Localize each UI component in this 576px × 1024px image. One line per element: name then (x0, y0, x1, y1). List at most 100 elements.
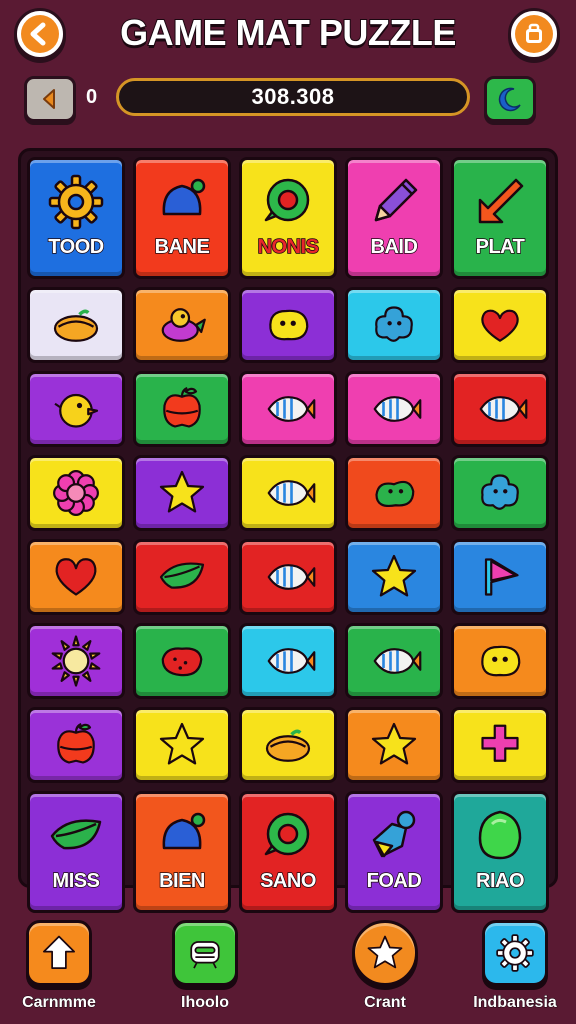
score-display: 308.308 (116, 78, 470, 116)
arrow-left-icon (21, 15, 59, 53)
gear-icon (496, 934, 534, 972)
gear-icon (48, 174, 104, 229)
board-tile[interactable]: BIEN (133, 791, 231, 913)
prev-button[interactable] (24, 76, 76, 122)
tile-label: PLAT (475, 235, 526, 259)
board-tile[interactable]: TOOD (27, 157, 125, 279)
fish-icon (479, 396, 528, 422)
nav-item-3[interactable]: Indbanesia (460, 920, 570, 1012)
star-icon (159, 722, 205, 765)
bird-icon (161, 308, 206, 342)
board-tile[interactable] (345, 623, 443, 699)
board-tile[interactable] (27, 287, 125, 363)
nav-label: Carnmme (22, 994, 97, 1012)
apple-icon (57, 722, 95, 764)
tile-label: SANO (259, 869, 317, 893)
leaf-icon (50, 818, 102, 849)
egg-icon (478, 810, 522, 859)
pencil-icon (374, 178, 418, 221)
board-tile[interactable] (345, 371, 443, 447)
board-tile[interactable]: FOAD (345, 791, 443, 913)
board-tile[interactable] (133, 623, 231, 699)
board-tile[interactable] (27, 623, 125, 699)
board-tile[interactable] (27, 455, 125, 531)
bread-icon (53, 309, 99, 342)
bottom-nav: Carnmme Ihoolo Crant Indbanesia (0, 910, 576, 1024)
board-tile[interactable]: RIAO (451, 791, 549, 913)
cap-icon (162, 178, 206, 215)
board-tile[interactable] (345, 287, 443, 363)
moon-icon (498, 87, 521, 112)
board-tile[interactable] (451, 371, 549, 447)
fish-icon (373, 396, 422, 422)
nav-button[interactable] (172, 920, 238, 986)
star-icon (371, 722, 417, 765)
arrow-down-left-icon (478, 178, 524, 223)
board-tile[interactable] (451, 707, 549, 783)
board-tile[interactable] (133, 371, 231, 447)
tile-label: RIAO (475, 869, 525, 893)
back-button[interactable] (14, 8, 66, 60)
shop-button[interactable] (508, 8, 560, 60)
flower-blob-icon (481, 474, 519, 510)
board-tile[interactable]: PLAT (451, 157, 549, 279)
heart-icon (55, 558, 97, 596)
board-tile[interactable] (451, 455, 549, 531)
star-icon (159, 470, 205, 513)
nav-button[interactable] (26, 920, 92, 986)
board-tile[interactable] (133, 707, 231, 783)
game-board: TOOD BANE NONIS BAID PLAT MISS BIEN SANO FOAD RIA… (18, 148, 558, 913)
leaf-icon (159, 562, 205, 589)
board-tile[interactable] (239, 455, 337, 531)
board-tile[interactable]: BAID (345, 157, 443, 279)
board-tile[interactable] (451, 539, 549, 615)
nav-item-1[interactable]: Ihoolo (150, 920, 260, 1012)
robot-icon (190, 941, 220, 969)
heart-blob-icon (481, 309, 519, 342)
tile-label: BAID (370, 235, 419, 259)
board-tile[interactable]: SANO (239, 791, 337, 913)
board-tile[interactable]: MISS (27, 791, 125, 913)
board-tile[interactable] (239, 623, 337, 699)
board-tile[interactable] (27, 539, 125, 615)
board-tile[interactable]: BANE (133, 157, 231, 279)
arrow-up-icon (43, 935, 75, 969)
fish-icon (267, 480, 316, 506)
night-mode-button[interactable] (484, 76, 536, 122)
board-tile[interactable] (345, 707, 443, 783)
cap-icon (162, 812, 206, 849)
board-tile[interactable] (133, 287, 231, 363)
sun-icon (51, 635, 101, 687)
board-tile[interactable] (345, 455, 443, 531)
page-title: GAME MAT PUZZLE (119, 11, 457, 54)
board-tile[interactable] (27, 707, 125, 783)
board-tile[interactable] (451, 287, 549, 363)
blob-icon (269, 309, 309, 341)
strawberry-icon (161, 647, 203, 677)
blob-icon (481, 645, 521, 677)
nav-item-0[interactable]: Carnmme (4, 920, 114, 1012)
donut-icon (264, 812, 310, 855)
fish-icon (373, 648, 422, 674)
nav-button[interactable] (482, 920, 548, 986)
board-tile[interactable] (345, 539, 443, 615)
board-tile[interactable] (239, 287, 337, 363)
score-value: 308.308 (251, 84, 335, 109)
star-icon (371, 554, 417, 597)
board-tile[interactable] (239, 539, 337, 615)
board-tile[interactable] (133, 539, 231, 615)
apple-icon (163, 386, 201, 428)
board-tile[interactable] (239, 707, 337, 783)
nav-label: Crant (364, 994, 407, 1012)
tile-label: BANE (154, 235, 211, 259)
tile-label: BIEN (158, 869, 206, 893)
nav-button[interactable] (352, 920, 418, 986)
board-tile[interactable] (239, 371, 337, 447)
chevron-left-icon (43, 89, 55, 109)
board-tile[interactable] (451, 623, 549, 699)
star-icon (367, 935, 403, 969)
board-tile[interactable]: NONIS (239, 157, 337, 279)
nav-item-2[interactable]: Crant (330, 920, 440, 1012)
board-tile[interactable] (27, 371, 125, 447)
board-tile[interactable] (133, 455, 231, 531)
